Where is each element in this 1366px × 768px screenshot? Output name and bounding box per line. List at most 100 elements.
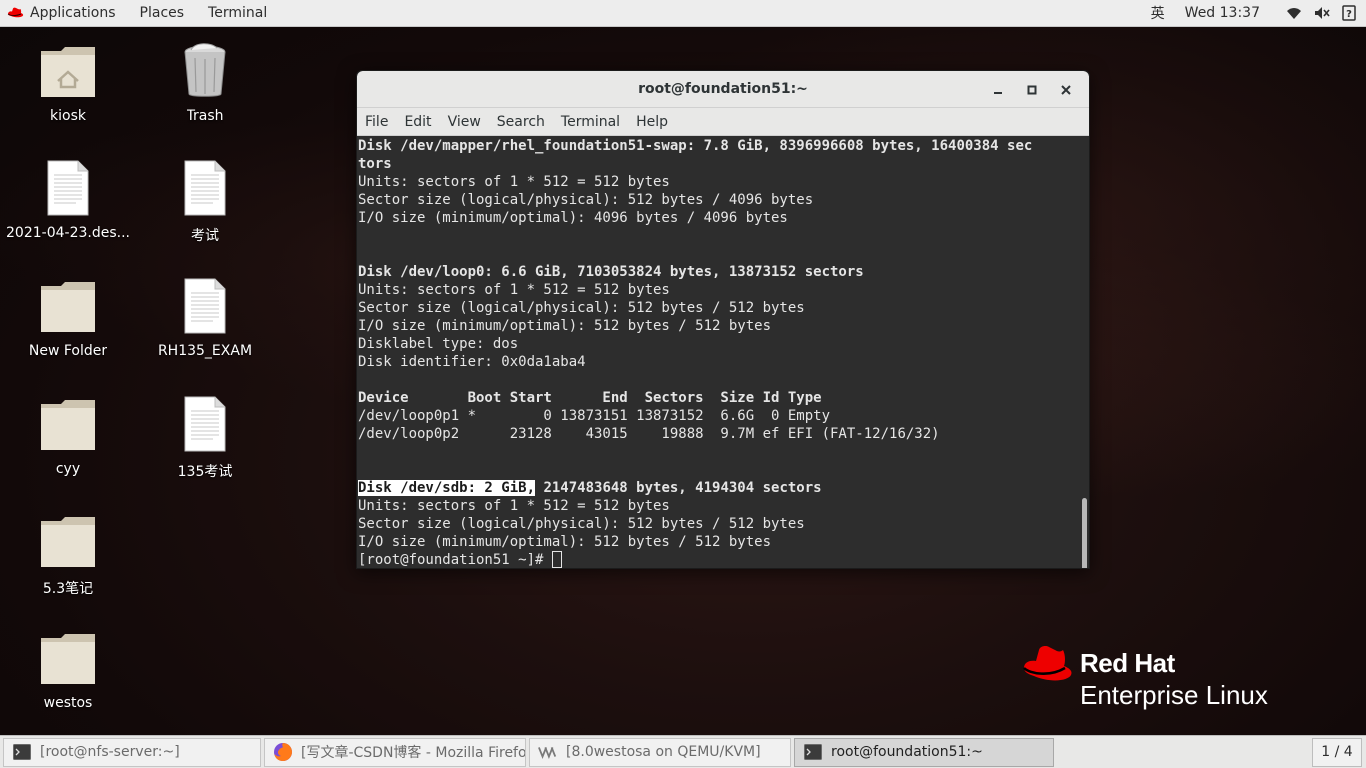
- redhat-logo: Red Hat Enterprise Linux: [1018, 642, 1318, 712]
- task-label: [写文章-CSDN博客 - Mozilla Firefox]: [301, 745, 526, 761]
- terminal-line: Disk /dev/mapper/rhel_foundation51-swap:…: [358, 138, 1033, 154]
- text-cursor: [551, 551, 562, 568]
- maximize-icon: [1027, 85, 1037, 94]
- terminal-menubar: File Edit View Search Terminal Help: [357, 108, 1089, 136]
- input-method-indicator[interactable]: 英: [1151, 3, 1165, 23]
- volume-muted-icon[interactable]: [1314, 6, 1330, 20]
- terminal-line: Sector size (logical/physical): 512 byte…: [358, 516, 805, 532]
- task-virt-manager[interactable]: [8.0westosa on QEMU/KVM]: [529, 737, 791, 767]
- terminal-line: Disk identifier: 0x0da1aba4: [358, 354, 586, 370]
- desktop-icon-rh135-exam[interactable]: RH135_EXAM: [142, 275, 268, 359]
- task-foundation51-terminal[interactable]: root@foundation51:~: [794, 737, 1054, 767]
- desktop-icon-label: 135考试: [177, 464, 233, 480]
- desktop-icon-label: 考试: [191, 228, 219, 244]
- folder-icon: [38, 393, 98, 455]
- svg-text:?: ?: [1346, 9, 1352, 20]
- task-nfs-server-terminal[interactable]: [root@nfs-server:~]: [3, 737, 261, 767]
- minimize-icon: [994, 91, 1002, 94]
- firefox-icon: [273, 743, 293, 761]
- wifi-icon[interactable]: [1286, 6, 1302, 20]
- task-label: root@foundation51:~: [831, 744, 983, 760]
- terminal-app-menu[interactable]: Terminal: [196, 0, 279, 26]
- desktop-icon-label: 2021-04-23.des...: [6, 225, 130, 241]
- terminal-line: Disklabel type: dos: [358, 336, 519, 352]
- terminal-line: Units: sectors of 1 * 512 = 512 bytes: [358, 174, 670, 190]
- menu-edit[interactable]: Edit: [396, 114, 439, 130]
- menu-file[interactable]: File: [357, 114, 396, 130]
- document-icon: [38, 157, 98, 219]
- terminal-line: Units: sectors of 1 * 512 = 512 bytes: [358, 498, 670, 514]
- home-folder-icon: [38, 40, 98, 102]
- terminal-icon: [803, 743, 823, 761]
- terminal-line: /dev/loop0p2 23128 43015 19888 9.7M ef E…: [358, 426, 940, 442]
- document-icon: [175, 157, 235, 219]
- terminal-line: Device Boot Start End Sectors Size Id Ty…: [358, 390, 822, 406]
- desktop-icon-exam[interactable]: 考试: [142, 157, 268, 245]
- places-menu[interactable]: Places: [128, 0, 197, 26]
- applications-label: Applications: [30, 5, 116, 21]
- menu-search[interactable]: Search: [489, 114, 553, 130]
- desktop-icon-label: New Folder: [28, 343, 108, 359]
- close-icon: [1061, 84, 1071, 95]
- workspace-switcher[interactable]: 1 / 4: [1312, 737, 1362, 767]
- document-icon: [175, 275, 235, 337]
- terminal-line: Units: sectors of 1 * 512 = 512 bytes: [358, 282, 670, 298]
- redhat-hat-logo-icon: [1023, 646, 1072, 681]
- clock[interactable]: Wed 13:37: [1185, 5, 1260, 21]
- terminal-icon: [12, 743, 32, 761]
- terminal-line: I/O size (minimum/optimal): 512 bytes / …: [358, 318, 772, 334]
- status-area: 英 Wed 13:37 ?: [1139, 0, 1366, 26]
- terminal-scrollbar[interactable]: [1081, 136, 1089, 568]
- desktop-icon-label: 5.3笔记: [42, 581, 94, 597]
- minimize-button[interactable]: [981, 75, 1015, 105]
- trash-icon: [175, 40, 235, 102]
- product-name: Enterprise Linux: [1080, 680, 1268, 710]
- menu-terminal[interactable]: Terminal: [553, 114, 628, 130]
- window-titlebar[interactable]: root@foundation51:~: [357, 71, 1089, 108]
- window-title: root@foundation51:~: [638, 81, 808, 97]
- desktop-icon-kiosk[interactable]: kiosk: [5, 40, 131, 124]
- menu-help[interactable]: Help: [628, 114, 676, 130]
- virt-manager-icon: [538, 743, 558, 761]
- terminal-line: I/O size (minimum/optimal): 4096 bytes /…: [358, 210, 788, 226]
- desktop-icon-5-3-notes[interactable]: 5.3笔记: [5, 510, 131, 598]
- terminal-line: tors: [358, 156, 392, 172]
- desktop-icon-2021-04-23[interactable]: 2021-04-23.des...: [5, 157, 131, 241]
- task-label: [8.0westosa on QEMU/KVM]: [566, 744, 761, 760]
- terminal-line: I/O size (minimum/optimal): 512 bytes / …: [358, 534, 772, 550]
- desktop-icon-westos[interactable]: westos: [5, 627, 131, 711]
- desktop-icon-label: RH135_EXAM: [157, 343, 253, 359]
- close-button[interactable]: [1049, 75, 1083, 105]
- folder-icon: [38, 275, 98, 337]
- desktop-icon-cyy[interactable]: cyy: [5, 393, 131, 477]
- maximize-button[interactable]: [1015, 75, 1049, 105]
- terminal-window[interactable]: root@foundation51:~ File Edit View Searc…: [356, 70, 1090, 569]
- redhat-hat-icon: [7, 7, 24, 18]
- power-question-icon[interactable]: ?: [1342, 5, 1356, 21]
- terminal-line: Sector size (logical/physical): 512 byte…: [358, 300, 805, 316]
- window-list-taskbar: [root@nfs-server:~] [写文章-CSDN博客 - Mozill…: [0, 735, 1366, 768]
- desktop-icon-label: westos: [43, 695, 93, 711]
- brand-name: Red Hat: [1080, 648, 1175, 678]
- terminal-line: Sector size (logical/physical): 512 byte…: [358, 192, 814, 208]
- desktop-icon-label: cyy: [55, 461, 81, 477]
- applications-menu[interactable]: Applications: [0, 0, 128, 26]
- selected-text[interactable]: Disk /dev/sdb: 2 GiB,: [358, 480, 536, 496]
- menu-view[interactable]: View: [440, 114, 489, 130]
- desktop-icon-135-exam[interactable]: 135考试: [142, 393, 268, 481]
- terminal-output[interactable]: Disk /dev/mapper/rhel_foundation51-swap:…: [357, 136, 1083, 568]
- top-panel: Applications Places Terminal 英 Wed 13:37…: [0, 0, 1366, 27]
- desktop-icon-new-folder[interactable]: New Folder: [5, 275, 131, 359]
- task-firefox[interactable]: [写文章-CSDN博客 - Mozilla Firefox]: [264, 737, 526, 767]
- document-icon: [175, 393, 235, 455]
- shell-prompt: [root@foundation51 ~]#: [358, 552, 552, 568]
- desktop-icon-trash[interactable]: Trash: [142, 40, 268, 124]
- desktop-icon-label: Trash: [186, 108, 224, 124]
- window-controls: [981, 71, 1083, 108]
- scrollbar-thumb[interactable]: [1082, 498, 1087, 568]
- terminal-line: /dev/loop0p1 * 0 13873151 13873152 6.6G …: [358, 408, 831, 424]
- top-menu: Applications Places Terminal: [0, 0, 279, 26]
- folder-icon: [38, 627, 98, 689]
- task-label: [root@nfs-server:~]: [40, 744, 180, 760]
- folder-icon: [38, 510, 98, 572]
